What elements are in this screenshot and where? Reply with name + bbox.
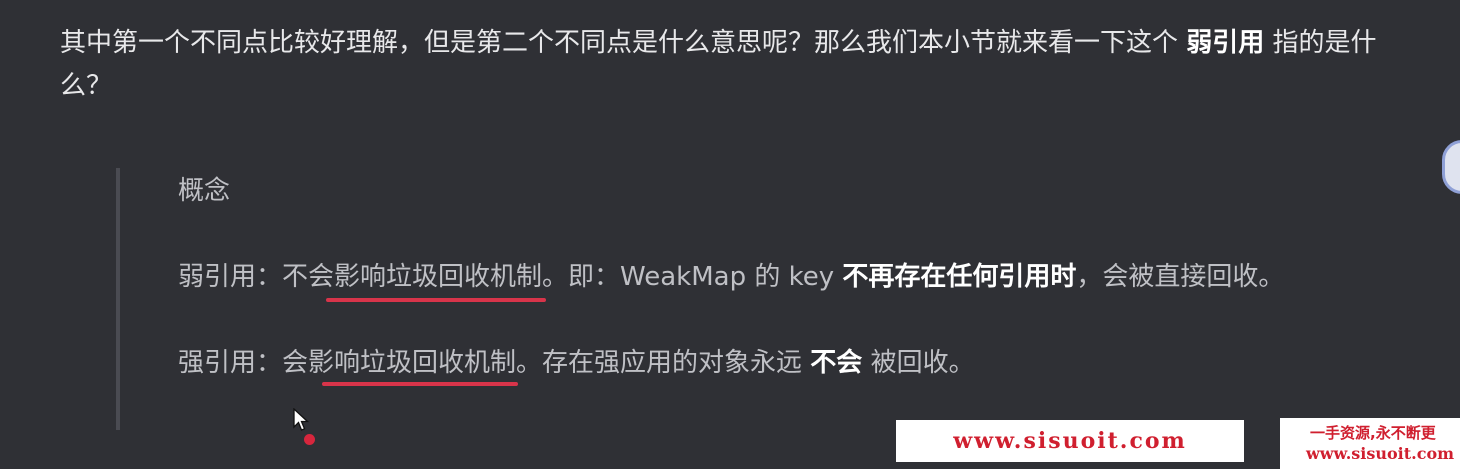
- concept-title: 概念: [178, 176, 231, 206]
- strong-middle: 。存在强应用的对象永远: [516, 348, 811, 378]
- side-panel-toggle-button[interactable]: [1442, 140, 1460, 194]
- watermark-slogan: 一手资源,永不断更: [1310, 424, 1436, 442]
- intro-bold-term: 弱引用: [1186, 28, 1265, 58]
- mouse-cursor-icon: [293, 408, 310, 431]
- strong-bold: 不会: [810, 348, 863, 378]
- weak-middle: 。即：WeakMap 的 key: [542, 262, 843, 292]
- strong-tail: 被回收。: [862, 348, 975, 378]
- watermark-badge: 一手资源,永不断更 www.sisuoit.com: [1280, 418, 1460, 469]
- strong-label: 强引用：: [178, 348, 283, 378]
- weak-underlined-text: 不会影响垃圾回收机制: [282, 262, 543, 292]
- watermark-banner: www.sisuoit.com: [896, 420, 1244, 462]
- weak-reference-line: 弱引用：不会影响垃圾回收机制。即：WeakMap 的 key 不再存在任何引用时…: [178, 256, 1408, 299]
- strong-underlined-text: 会影响垃圾回收机制: [282, 348, 517, 378]
- weak-bold: 不再存在任何引用时: [842, 262, 1077, 292]
- intro-text: 其中第一个不同点比较好理解，但是第二个不同点是什么意思呢？那么我们本小节就来看一…: [60, 28, 1187, 58]
- weak-label: 弱引用：: [178, 262, 283, 292]
- weak-tail: ，会被直接回收。: [1076, 262, 1285, 292]
- click-indicator-dot: [304, 434, 315, 445]
- blockquote-bar: [116, 168, 120, 430]
- intro-paragraph: 其中第一个不同点比较好理解，但是第二个不同点是什么意思呢？那么我们本小节就来看一…: [60, 22, 1420, 108]
- concept-blockquote: 概念 弱引用：不会影响垃圾回收机制。即：WeakMap 的 key 不再存在任何…: [178, 170, 1408, 385]
- watermark-site-small: www.sisuoit.com: [1306, 444, 1455, 463]
- strong-reference-line: 强引用：会影响垃圾回收机制。存在强应用的对象永远 不会 被回收。: [178, 342, 1408, 385]
